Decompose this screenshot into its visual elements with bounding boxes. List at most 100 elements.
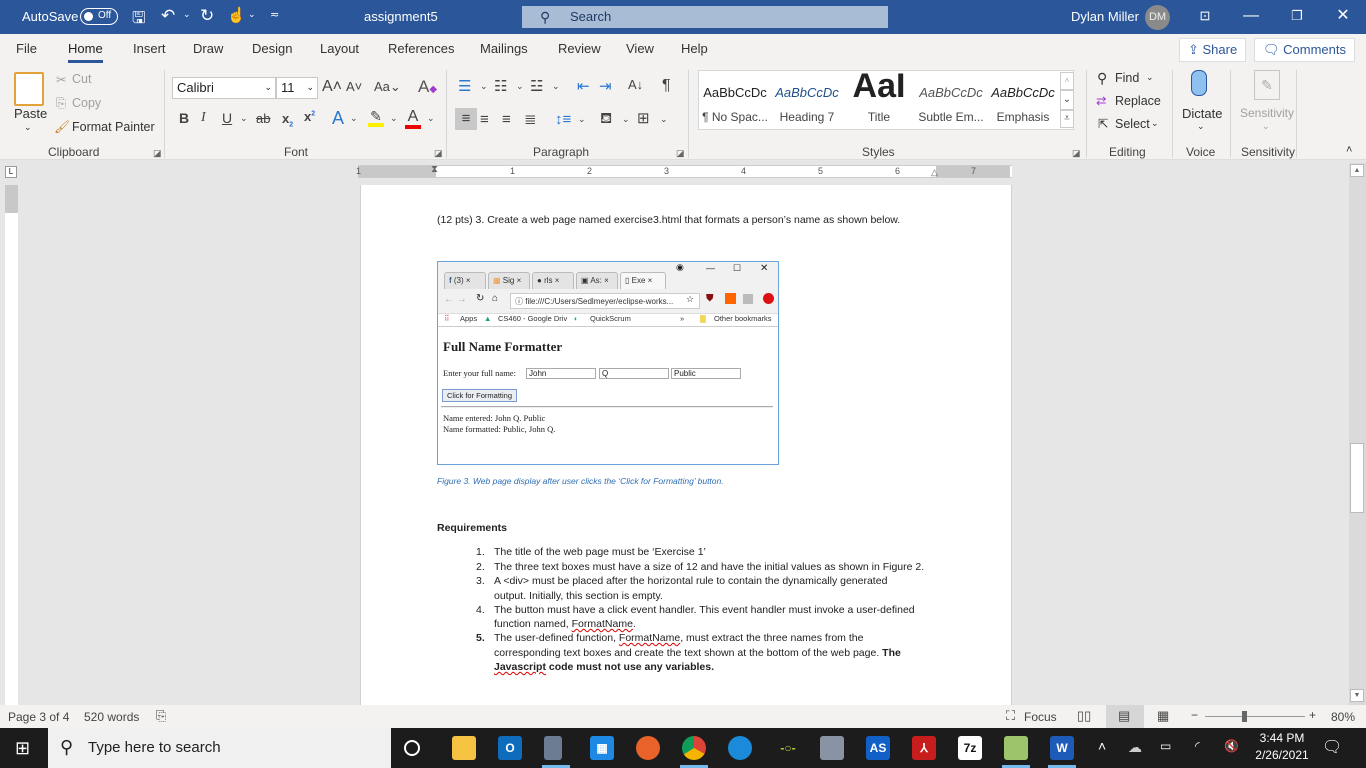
underline-icon[interactable]: U <box>222 111 232 125</box>
cut-button[interactable]: Cut <box>72 72 91 86</box>
select-dropdown-icon[interactable]: ⌄ <box>1151 118 1159 129</box>
italic-icon[interactable]: I <box>201 111 206 125</box>
styles-launcher-icon[interactable]: ◪ <box>1072 148 1081 159</box>
network-app-icon[interactable] <box>820 736 844 760</box>
tab-mailings[interactable]: Mailings <box>480 41 528 56</box>
shrink-font-icon[interactable]: A˅ <box>346 80 362 93</box>
document-page[interactable]: (12 pts) 3. Create a web page named exer… <box>360 185 1012 705</box>
windows-start-icon[interactable]: ⊞ <box>15 738 30 759</box>
as-app-icon[interactable]: AS <box>866 736 890 760</box>
strikethrough-icon[interactable]: ab <box>256 112 270 125</box>
replace-button[interactable]: Replace <box>1115 94 1161 108</box>
edge-icon[interactable] <box>728 736 752 760</box>
grow-font-icon[interactable]: A˄ <box>322 79 342 95</box>
spelling-flagged-word[interactable]: FormatName <box>619 632 680 644</box>
font-color-icon[interactable]: A <box>405 109 421 129</box>
firefox-icon[interactable] <box>636 736 660 760</box>
align-right-icon[interactable]: ≡ <box>502 112 511 127</box>
autosave-toggle[interactable]: Off <box>80 8 118 25</box>
calculator-icon[interactable] <box>544 736 562 760</box>
touch-mode-icon[interactable]: ☝ <box>227 6 246 24</box>
tab-design[interactable]: Design <box>252 41 292 56</box>
spelling-flagged-word[interactable]: Javascript <box>494 661 546 673</box>
battery-icon[interactable]: ▭ <box>1160 739 1171 753</box>
style-heading-7[interactable]: AaBbCcDc Heading 7 <box>771 71 843 129</box>
clipboard-launcher-icon[interactable]: ◪ <box>153 148 162 159</box>
share-button[interactable]: ⇪ Share <box>1179 38 1247 62</box>
touch-dropdown-icon[interactable]: ⌄ <box>248 9 256 20</box>
focus-icon[interactable]: ⛶ <box>1006 708 1015 724</box>
notifications-icon[interactable]: 🗨 <box>1322 737 1342 757</box>
format-painter-button[interactable]: Format Painter <box>72 120 155 134</box>
read-mode-icon[interactable]: ▯▯ <box>1077 708 1091 724</box>
highlight-dropdown-icon[interactable]: ⌄ <box>390 114 398 123</box>
scroll-down-icon[interactable]: ▼ <box>1350 689 1364 702</box>
spelling-flagged-word[interactable]: FormatName <box>572 618 633 630</box>
multilevel-dropdown-icon[interactable]: ⌄ <box>552 82 560 91</box>
app-green-icon[interactable]: -○- <box>776 736 800 760</box>
borders-dropdown-icon[interactable]: ⌄ <box>660 115 668 124</box>
volume-muted-icon[interactable]: 🔇 <box>1224 739 1239 753</box>
scroll-up-icon[interactable]: ▲ <box>1350 164 1364 177</box>
decrease-indent-icon[interactable]: ⇤ <box>577 79 590 94</box>
cortana-icon[interactable] <box>404 740 420 756</box>
align-left-icon[interactable]: ≡ <box>455 108 477 130</box>
zoom-slider[interactable] <box>1205 711 1305 722</box>
font-name-combo[interactable]: Calibri ⌄ <box>172 77 276 99</box>
customize-qat-icon[interactable]: ≂ <box>270 8 279 21</box>
text-effects-icon[interactable]: A <box>332 109 344 127</box>
justify-icon[interactable]: ≣ <box>524 112 537 127</box>
sensitivity-button[interactable]: Sensitivity <box>1240 106 1294 120</box>
styles-more-icon[interactable]: ⩡ <box>1060 110 1074 128</box>
shading-dropdown-icon[interactable]: ⌄ <box>622 115 630 124</box>
save-icon[interactable]: 🖫 <box>132 7 146 34</box>
proofing-icon[interactable]: ⎘ <box>156 708 166 724</box>
ribbon-display-icon[interactable]: ⊡ <box>1182 0 1228 34</box>
sort-icon[interactable]: A↓ <box>628 78 643 91</box>
notepad-plus-icon[interactable] <box>1004 736 1028 760</box>
onedrive-icon[interactable]: ☁ <box>1128 739 1142 756</box>
styles-scroll-up-icon[interactable]: ˄ <box>1060 72 1074 90</box>
align-center-icon[interactable]: ≡ <box>480 112 489 127</box>
user-name[interactable]: Dylan Miller <box>1071 9 1139 24</box>
text-effects-dropdown-icon[interactable]: ⌄ <box>350 114 358 123</box>
tab-draw[interactable]: Draw <box>193 41 223 56</box>
undo-icon[interactable]: ↶ <box>161 6 175 26</box>
line-spacing-icon[interactable]: ↕≡ <box>555 112 571 127</box>
find-dropdown-icon[interactable]: ⌄ <box>1146 72 1154 83</box>
tab-view[interactable]: View <box>626 41 654 56</box>
line-spacing-dropdown-icon[interactable]: ⌄ <box>578 115 586 124</box>
zoom-level[interactable]: 80% <box>1331 710 1355 724</box>
word-icon[interactable]: W <box>1050 736 1074 760</box>
undo-dropdown-icon[interactable]: ⌄ <box>183 9 191 20</box>
borders-icon[interactable]: ⊞ <box>637 111 650 126</box>
search-box[interactable]: ⚲ Search <box>522 6 888 28</box>
show-hidden-icons[interactable]: ˄ <box>1098 738 1106 754</box>
paragraph-launcher-icon[interactable]: ◪ <box>676 148 685 159</box>
increase-indent-icon[interactable]: ⇥ <box>599 79 612 94</box>
paste-dropdown-icon[interactable]: ⌄ <box>24 122 32 133</box>
tab-layout[interactable]: Layout <box>320 41 359 56</box>
style-subtle-emphasis[interactable]: AaBbCcDc Subtle Em... <box>915 71 987 129</box>
styles-scroll-down-icon[interactable]: ⌄ <box>1060 90 1074 110</box>
tab-home[interactable]: Home <box>68 41 103 63</box>
chrome-icon[interactable] <box>682 736 706 760</box>
tab-references[interactable]: References <box>388 41 454 56</box>
numbering-icon[interactable]: ☷ <box>494 79 507 94</box>
show-formatting-icon[interactable]: ¶ <box>662 78 671 94</box>
font-size-combo[interactable]: 11 ⌄ <box>276 77 318 99</box>
horizontal-ruler[interactable]: 1 1 2 3 4 5 6 7 ⧗ △ <box>356 164 1012 178</box>
vertical-ruler[interactable] <box>5 185 18 705</box>
clear-formatting-icon[interactable]: A◆ <box>418 78 437 95</box>
zoom-in-icon[interactable]: + <box>1309 708 1316 722</box>
minimize-icon[interactable]: — <box>1228 0 1274 34</box>
superscript-icon[interactable]: x2 <box>304 110 315 123</box>
bullets-dropdown-icon[interactable]: ⌄ <box>480 82 488 91</box>
collapse-ribbon-icon[interactable]: ˄ <box>1346 144 1352 156</box>
comments-button[interactable]: 🗨 Comments <box>1254 38 1355 62</box>
acrobat-icon[interactable]: ⅄ <box>912 736 936 760</box>
web-layout-icon[interactable]: ▦ <box>1157 708 1169 724</box>
font-launcher-icon[interactable]: ◪ <box>434 148 443 159</box>
dictate-button[interactable]: Dictate <box>1182 106 1222 121</box>
calendar-icon[interactable]: ▦ <box>590 736 614 760</box>
